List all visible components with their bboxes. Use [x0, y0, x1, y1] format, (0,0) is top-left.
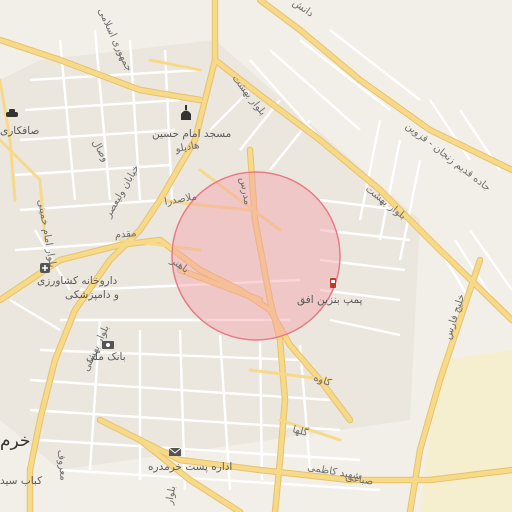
mail-icon: [168, 447, 182, 456]
industrial-area: [420, 350, 512, 512]
poi-label-pharmacy-line1: داروخانه کشاورزی: [37, 275, 118, 287]
bank-icon: [102, 341, 114, 349]
road-label-moghadam: مقدم: [114, 228, 137, 241]
pharmacy-icon: [40, 263, 50, 273]
poi-label-gas-station: پمپ بنزین افق: [297, 294, 363, 306]
city-label: خرم: [0, 431, 30, 451]
road-label-sabbaghi: صباغی: [344, 472, 374, 488]
road-label-maroof: معروف: [55, 449, 69, 481]
map-canvas[interactable]: دانش جاده قدیم زنجان - قزوین بلوار بهشت …: [0, 0, 512, 512]
poi-label-bank: بانک ملی: [86, 351, 126, 363]
road-label-bolvar-south: بلوار: [164, 485, 178, 506]
poi-label-mosque: مسجد امام حسین: [152, 128, 231, 140]
search-radius: [171, 171, 341, 341]
map-view[interactable]: دانش جاده قدیم زنجان - قزوین بلوار بهشت …: [0, 0, 512, 512]
highlight-circle: [171, 171, 341, 341]
poi-label-kebab: کباب سید: [0, 475, 42, 487]
fuel-icon: [330, 278, 336, 288]
poi-label-post-office: اداره پست خرمدره: [148, 461, 232, 473]
poi-label-pharmacy-line2: و دامپزشکی: [65, 289, 119, 301]
road-label-north-road: دانش: [290, 0, 315, 20]
poi-label-car-service: صافکاری: [0, 125, 40, 137]
